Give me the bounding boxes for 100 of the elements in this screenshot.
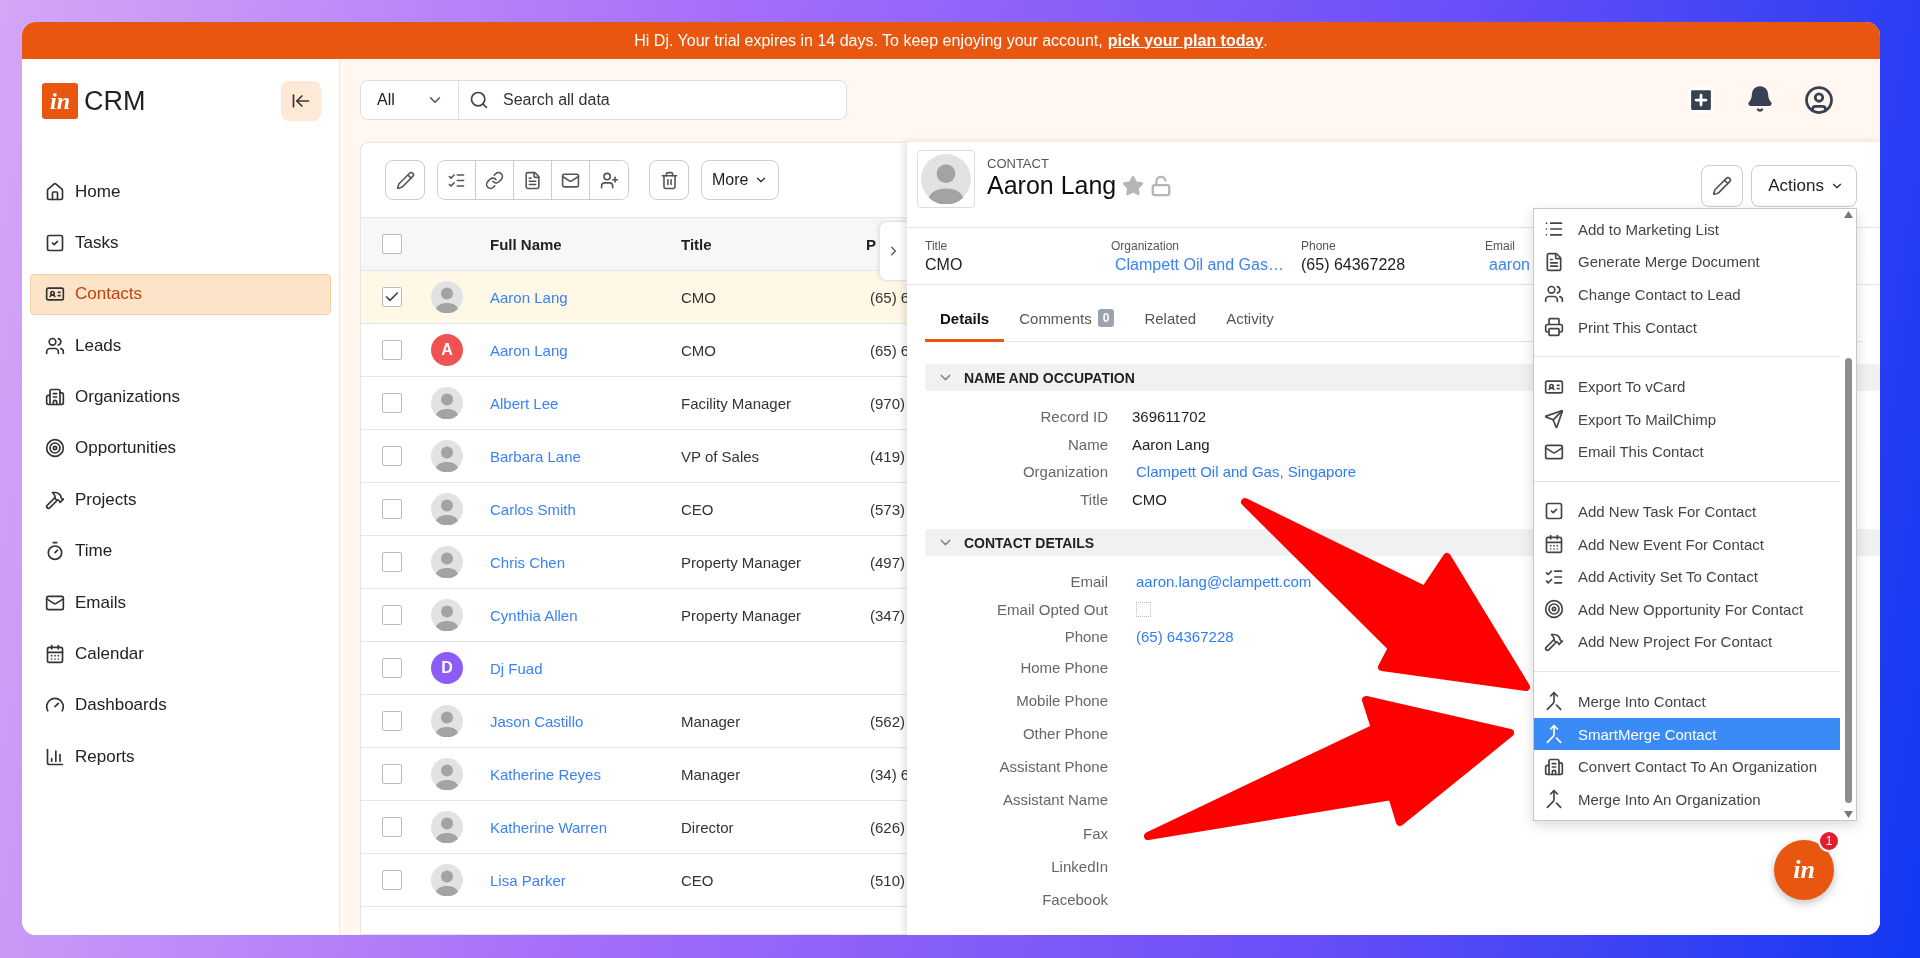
user-plus-icon — [599, 170, 619, 190]
menu-item[interactable]: Convert Contact To An Organization — [1534, 750, 1840, 783]
delete-button[interactable] — [649, 160, 689, 200]
name-link[interactable]: Jason Castillo — [471, 712, 671, 730]
checkbox[interactable] — [382, 287, 402, 307]
summary-label: Email — [1485, 238, 1516, 253]
field-link[interactable]: Clampett Oil and Gas, Singapore — [1132, 463, 1357, 481]
tab[interactable]: Details — [925, 297, 1005, 342]
nav-item[interactable]: Leads — [30, 325, 331, 367]
menu-item[interactable]: Print This Contact — [1534, 310, 1840, 344]
name-link[interactable]: Lisa Parker — [471, 871, 671, 889]
nav-item[interactable]: Calendar — [30, 633, 331, 675]
nav-item[interactable]: Projects — [30, 479, 331, 521]
nav-item[interactable]: Dashboards — [30, 684, 331, 726]
nav-item[interactable]: Emails — [30, 582, 331, 624]
table-cell-text: Director — [680, 818, 735, 836]
summary-link[interactable]: Clampett Oil and Gas… — [1111, 255, 1301, 274]
menu-item[interactable]: Add New Task For Contact — [1534, 495, 1840, 528]
expand-button[interactable] — [879, 221, 907, 281]
nav-item[interactable]: Tasks — [30, 222, 331, 264]
checklist-button[interactable] — [438, 161, 476, 199]
name-link[interactable]: Chris Chen — [471, 553, 671, 571]
avatar — [431, 811, 463, 843]
menu-item[interactable]: Change Contact to Lead — [1534, 278, 1840, 311]
document-icon — [523, 170, 542, 190]
banner-text: Hi Dj. Your trial expires in 14 days. To keep enjoying your account, — [634, 31, 1103, 50]
field-label: Other Phone — [1021, 724, 1108, 742]
checkbox[interactable] — [382, 711, 402, 731]
nav-item[interactable]: Time — [30, 530, 331, 572]
scroll-up-icon[interactable] — [1844, 211, 1853, 218]
link-icon — [485, 170, 504, 190]
checkbox[interactable] — [382, 605, 402, 625]
checkbox[interactable] — [1136, 601, 1151, 617]
column-header[interactable]: Full Name — [471, 235, 671, 253]
checkbox[interactable] — [382, 658, 402, 678]
nav-item[interactable]: Reports — [30, 736, 331, 778]
menu-item[interactable]: Generate Merge Document — [1534, 245, 1840, 279]
tab[interactable]: Comments 0 — [1004, 297, 1130, 342]
scroll-thumb[interactable] — [1845, 358, 1852, 803]
menu-item[interactable]: Merge Into An Organization — [1534, 782, 1840, 816]
banner-text: . — [1263, 31, 1268, 50]
checkbox[interactable] — [382, 764, 402, 784]
column-header[interactable]: Title — [671, 235, 854, 253]
lock-icon[interactable] — [1150, 174, 1173, 197]
field-link[interactable]: (65) 64367228 — [1132, 628, 1234, 646]
search-field[interactable]: All Search all data — [360, 80, 847, 120]
plan-link[interactable]: pick your plan today — [1107, 31, 1264, 50]
field-value: 369611702 — [1132, 408, 1206, 426]
checkbox[interactable] — [382, 393, 402, 413]
scroll-down-icon[interactable] — [1844, 810, 1853, 818]
table-cell-text: CEO — [680, 500, 715, 518]
hammer-icon — [1544, 631, 1564, 652]
menu-item[interactable]: Merge Into Contact — [1534, 685, 1840, 718]
name-link[interactable]: Barbara Lane — [471, 447, 671, 465]
menu-item[interactable]: Add to Marketing List — [1534, 213, 1840, 246]
field-link[interactable]: aaron.lang@clampett.com — [1132, 573, 1312, 591]
edit-button[interactable] — [1701, 165, 1744, 207]
menu-item[interactable]: Add Activity Set To Contact — [1534, 560, 1840, 593]
user-icon[interactable] — [1804, 85, 1834, 115]
menu-item[interactable]: Export To MailChimp — [1534, 402, 1840, 436]
checkbox[interactable] — [382, 340, 402, 360]
checkbox[interactable] — [382, 817, 402, 837]
name-link[interactable]: Dj Fuad — [471, 659, 671, 677]
table-cell-text: (497) — [869, 553, 904, 571]
checkbox[interactable] — [382, 446, 402, 466]
edit-button[interactable] — [385, 160, 425, 200]
checkbox[interactable] — [382, 552, 402, 572]
tab[interactable]: Activity — [1211, 297, 1289, 342]
column-header[interactable]: P — [866, 235, 876, 253]
name-link[interactable]: Aaron Lang — [471, 341, 671, 359]
field-label: Mobile Phone — [1015, 691, 1108, 709]
name-link[interactable]: Katherine Reyes — [471, 765, 671, 783]
bell-icon[interactable] — [1746, 85, 1774, 113]
name-link[interactable]: Katherine Warren — [471, 818, 671, 836]
scope-dropdown[interactable]: All — [361, 81, 459, 119]
checkbox[interactable] — [382, 499, 402, 519]
nav-item[interactable]: Opportunities — [30, 427, 331, 469]
checkbox[interactable] — [382, 870, 402, 890]
nav-item[interactable]: Home — [30, 171, 331, 212]
name-link[interactable]: Aaron Lang — [471, 288, 671, 306]
name-link[interactable]: Carlos Smith — [471, 500, 671, 518]
scrollbar[interactable] — [1843, 211, 1854, 818]
field-label: LinkedIn — [1050, 857, 1108, 875]
tab[interactable]: Related — [1129, 297, 1212, 342]
menu-item[interactable]: Email This Contact — [1534, 435, 1840, 469]
add-icon[interactable] — [1686, 85, 1716, 115]
nav-item[interactable]: Contacts — [30, 273, 331, 315]
target-icon — [1544, 599, 1564, 620]
star-icon[interactable] — [1122, 174, 1145, 197]
send-icon — [1544, 409, 1564, 430]
actions-button[interactable]: Actions — [1751, 165, 1857, 207]
checkbox[interactable] — [382, 234, 402, 254]
name-link[interactable]: Albert Lee — [471, 394, 671, 412]
name-link[interactable]: Cynthia Allen — [471, 606, 671, 624]
people-icon — [1544, 284, 1564, 305]
nav-item[interactable]: Organizations — [30, 376, 331, 418]
collapse-button[interactable] — [281, 81, 321, 121]
more-button[interactable]: More — [701, 160, 780, 200]
menu-item[interactable]: Add New Project For Contact — [1534, 625, 1840, 659]
menu-item[interactable]: Add New Opportunity For Contact — [1534, 592, 1840, 626]
